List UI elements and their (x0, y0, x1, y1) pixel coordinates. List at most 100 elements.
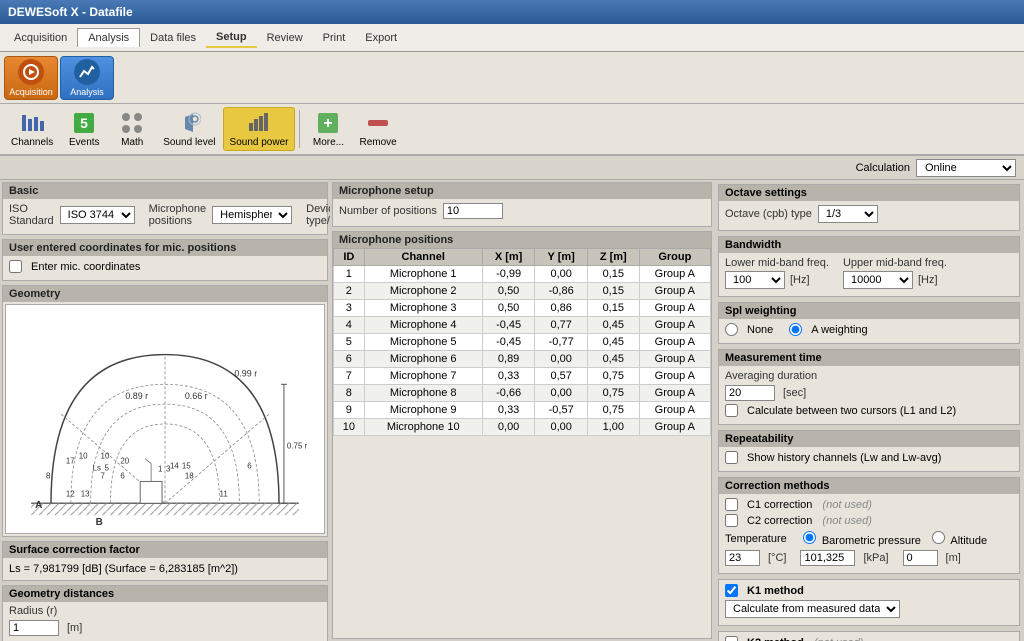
sound-power-button[interactable]: Sound power (223, 107, 296, 151)
analysis-button[interactable]: Analysis (60, 56, 114, 100)
analysis-icon (74, 59, 100, 85)
cell-y: 0,77 (535, 317, 587, 334)
cell-channel: Microphone 6 (364, 351, 482, 368)
cell-group: Group A (639, 317, 710, 334)
svg-text:8: 8 (46, 471, 51, 480)
c2-checkbox[interactable] (725, 514, 738, 527)
cell-group: Group A (639, 402, 710, 419)
svg-text:6: 6 (247, 462, 252, 471)
menu-review[interactable]: Review (257, 29, 313, 47)
mic-table-container: ID Channel X [m] Y [m] Z [m] Group 1 Mic… (333, 248, 711, 436)
cell-id: 6 (334, 351, 365, 368)
cell-x: 0,00 (482, 419, 535, 436)
altitude-radio[interactable] (932, 531, 945, 544)
octave-type-select[interactable]: 1/11/31/61/12 (818, 205, 878, 223)
menu-export[interactable]: Export (355, 29, 407, 47)
repeatability-section: Repeatability Show history channels (Lw … (718, 430, 1020, 472)
col-group: Group (639, 249, 710, 266)
calc-select[interactable]: Online Offline (916, 159, 1016, 177)
num-positions-row: Number of positions (339, 203, 705, 219)
measurement-time-section: Measurement time Averaging duration [sec… (718, 349, 1020, 425)
k2-checkbox[interactable] (725, 636, 738, 641)
k1-select-row: Calculate from measured data Manual inpu… (725, 600, 1013, 618)
events-button[interactable]: 5 Events (60, 107, 108, 151)
cell-id: 7 (334, 368, 365, 385)
cell-group: Group A (639, 300, 710, 317)
svg-text:15: 15 (182, 462, 191, 471)
table-row: 1 Microphone 1 -0,99 0,00 0,15 Group A (334, 266, 711, 283)
enter-coords-label: Enter mic. coordinates (31, 261, 140, 273)
num-positions-input[interactable] (443, 203, 503, 219)
mic-table: ID Channel X [m] Y [m] Z [m] Group 1 Mic… (333, 248, 711, 436)
calc-label: Calculation (856, 162, 910, 174)
cell-z: 0,15 (587, 283, 639, 300)
radius-input[interactable] (9, 620, 59, 636)
k2-section: K2 method (not used) Mean absorption gra… (718, 631, 1020, 641)
menu-acquisition[interactable]: Acquisition (4, 29, 77, 47)
math-label: Math (121, 137, 143, 148)
channels-button[interactable]: Channels (4, 107, 60, 151)
table-row: 4 Microphone 4 -0,45 0,77 0,45 Group A (334, 317, 711, 334)
c1-checkbox[interactable] (725, 498, 738, 511)
k1-label: K1 method (747, 585, 804, 597)
col-channel: Channel (364, 249, 482, 266)
k2-checkbox-row: K2 method (not used) (725, 636, 1013, 641)
events-label: Events (69, 137, 100, 148)
acquisition-button[interactable]: Acquisition (4, 56, 58, 100)
cell-channel: Microphone 7 (364, 368, 482, 385)
remove-button[interactable]: Remove (352, 107, 403, 151)
cell-group: Group A (639, 266, 710, 283)
mic-positions-section: Microphone positions ID Channel X [m] Y … (332, 231, 712, 639)
barometric-input[interactable] (800, 550, 855, 566)
svg-text:14: 14 (170, 462, 179, 471)
menu-print[interactable]: Print (313, 29, 356, 47)
math-button[interactable]: Math (108, 107, 156, 151)
radius-value-row: [m] (9, 620, 321, 636)
svg-text:Ls: Ls (93, 464, 101, 473)
svg-text:0.99 r: 0.99 r (234, 368, 257, 378)
octave-header: Octave settings (719, 185, 1019, 201)
table-row: 8 Microphone 8 -0,66 0,00 0,75 Group A (334, 385, 711, 402)
temperature-input[interactable] (725, 550, 760, 566)
lower-freq-unit: [Hz] (790, 274, 810, 286)
upper-freq-label: Upper mid-band freq. (843, 257, 947, 269)
toolbar-separator (299, 110, 300, 148)
sound-level-icon (177, 111, 201, 135)
cursors-checkbox[interactable] (725, 404, 738, 417)
menu-data-files[interactable]: Data files (140, 29, 206, 47)
altitude-input[interactable] (903, 550, 938, 566)
enter-coords-checkbox[interactable] (9, 260, 22, 273)
c2-row: C2 correction (not used) (725, 514, 1013, 527)
spl-none-radio[interactable] (725, 323, 738, 336)
barometric-radio[interactable] (803, 531, 816, 544)
upper-freq-group: Upper mid-band freq. 1000020000 [Hz] (843, 257, 947, 289)
correction-content: C1 correction (not used) C2 correction (… (719, 494, 1019, 573)
k1-checkbox[interactable] (725, 584, 738, 597)
upper-freq-select[interactable]: 1000020000 (843, 271, 913, 289)
mic-positions-select[interactable]: HemisphereBoxCylinder (212, 206, 292, 224)
measurement-time-content: Averaging duration [sec] Calculate betwe… (719, 366, 1019, 424)
user-coords-section: User entered coordinates for mic. positi… (2, 239, 328, 281)
more-button[interactable]: + More... (304, 107, 352, 151)
temp-pressure-row: Temperature Barometric pressure Altitude (725, 531, 1013, 547)
svg-text:0.89 r: 0.89 r (125, 391, 148, 401)
app-title: DEWESoft X - Datafile (8, 5, 133, 19)
menu-analysis[interactable]: Analysis (77, 28, 140, 47)
spl-a-weighting-radio[interactable] (789, 323, 802, 336)
averaging-input[interactable] (725, 385, 775, 401)
history-label: Show history channels (Lw and Lw-avg) (747, 452, 941, 464)
k1-select[interactable]: Calculate from measured data Manual inpu… (725, 600, 900, 618)
cell-id: 10 (334, 419, 365, 436)
iso-select[interactable]: ISO 3744ISO 3745ISO 3746 (60, 206, 135, 224)
main-content: Basic ISO Standard ISO 3744ISO 3745ISO 3… (0, 180, 1024, 641)
lower-freq-select[interactable]: 100200 (725, 271, 785, 289)
sound-level-button[interactable]: Sound level (156, 107, 222, 151)
history-checkbox[interactable] (725, 451, 738, 464)
cell-channel: Microphone 5 (364, 334, 482, 351)
menu-setup[interactable]: Setup (206, 28, 257, 48)
geometry-distances-header: Geometry distances (3, 586, 327, 602)
cell-x: -0,45 (482, 317, 535, 334)
svg-text:B: B (96, 517, 103, 528)
cell-z: 0,45 (587, 317, 639, 334)
left-panel: Basic ISO Standard ISO 3744ISO 3745ISO 3… (0, 180, 330, 641)
